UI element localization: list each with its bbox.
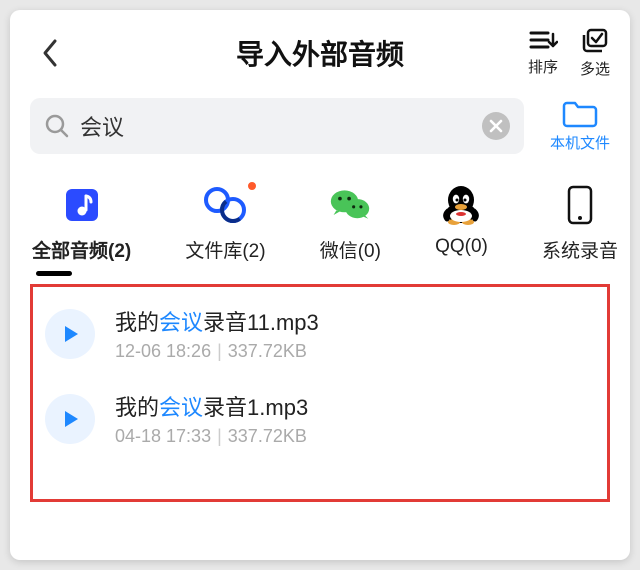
clear-search-button[interactable] [482,112,510,140]
file-info: 我的会议录音11.mp3 12-06 18:26|337.72KB [115,305,319,362]
header: 导入外部音频 排序 多选 [30,26,610,80]
file-meta: 12-06 18:26|337.72KB [115,341,319,362]
source-tab-label: QQ(0) [435,236,488,258]
active-tab-underline [36,271,72,276]
close-icon [489,119,503,133]
multiselect-button[interactable]: 多选 [580,28,610,79]
search-icon [44,113,70,139]
music-icon [63,186,101,224]
results-highlight: 我的会议录音11.mp3 12-06 18:26|337.72KB 我的会议录音… [30,284,610,502]
app-frame: 导入外部音频 排序 多选 [10,10,630,560]
search-input[interactable] [80,113,472,139]
back-button[interactable] [30,33,70,73]
source-tabs: 全部音频(2) 文件库(2) [30,184,610,263]
sort-button[interactable]: 排序 [528,28,558,79]
source-tab-label: 文件库(2) [185,236,265,263]
phone-icon [567,185,593,225]
wechat-icon [329,186,371,224]
chevron-left-icon [41,38,59,68]
play-icon [59,323,81,345]
folder-icon [562,100,598,128]
play-button[interactable] [45,394,95,444]
file-name: 我的会议录音11.mp3 [115,305,319,337]
local-files-button[interactable]: 本机文件 [550,100,610,153]
source-tab-label: 全部音频(2) [32,236,131,263]
search-box[interactable] [30,98,524,154]
qq-icon [442,184,480,226]
page-title: 导入外部音频 [30,33,610,73]
file-row[interactable]: 我的会议录音1.mp3 04-18 17:33|337.72KB [43,376,597,461]
source-tab-qq[interactable]: QQ(0) [435,184,488,263]
file-name: 我的会议录音1.mp3 [115,390,308,422]
source-tab-lib[interactable]: 文件库(2) [185,184,265,263]
play-icon [59,408,81,430]
multiselect-label: 多选 [580,58,610,79]
play-button[interactable] [45,309,95,359]
source-tab-label: 微信(0) [320,236,381,263]
file-meta: 04-18 17:33|337.72KB [115,426,308,447]
source-tab-system[interactable]: 系统录音 [542,184,618,263]
search-row: 本机文件 [30,98,610,154]
file-info: 我的会议录音1.mp3 04-18 17:33|337.72KB [115,390,308,447]
sort-label: 排序 [528,56,558,77]
source-tab-all[interactable]: 全部音频(2) [32,184,131,263]
header-actions: 排序 多选 [528,28,610,79]
local-files-label: 本机文件 [550,132,610,153]
notification-dot [248,182,256,190]
source-tab-wechat[interactable]: 微信(0) [320,184,381,263]
source-tab-label: 系统录音 [542,236,618,263]
multiselect-icon [581,28,609,54]
library-icon [204,186,246,224]
sort-icon [528,28,558,52]
file-row[interactable]: 我的会议录音11.mp3 12-06 18:26|337.72KB [43,291,597,376]
